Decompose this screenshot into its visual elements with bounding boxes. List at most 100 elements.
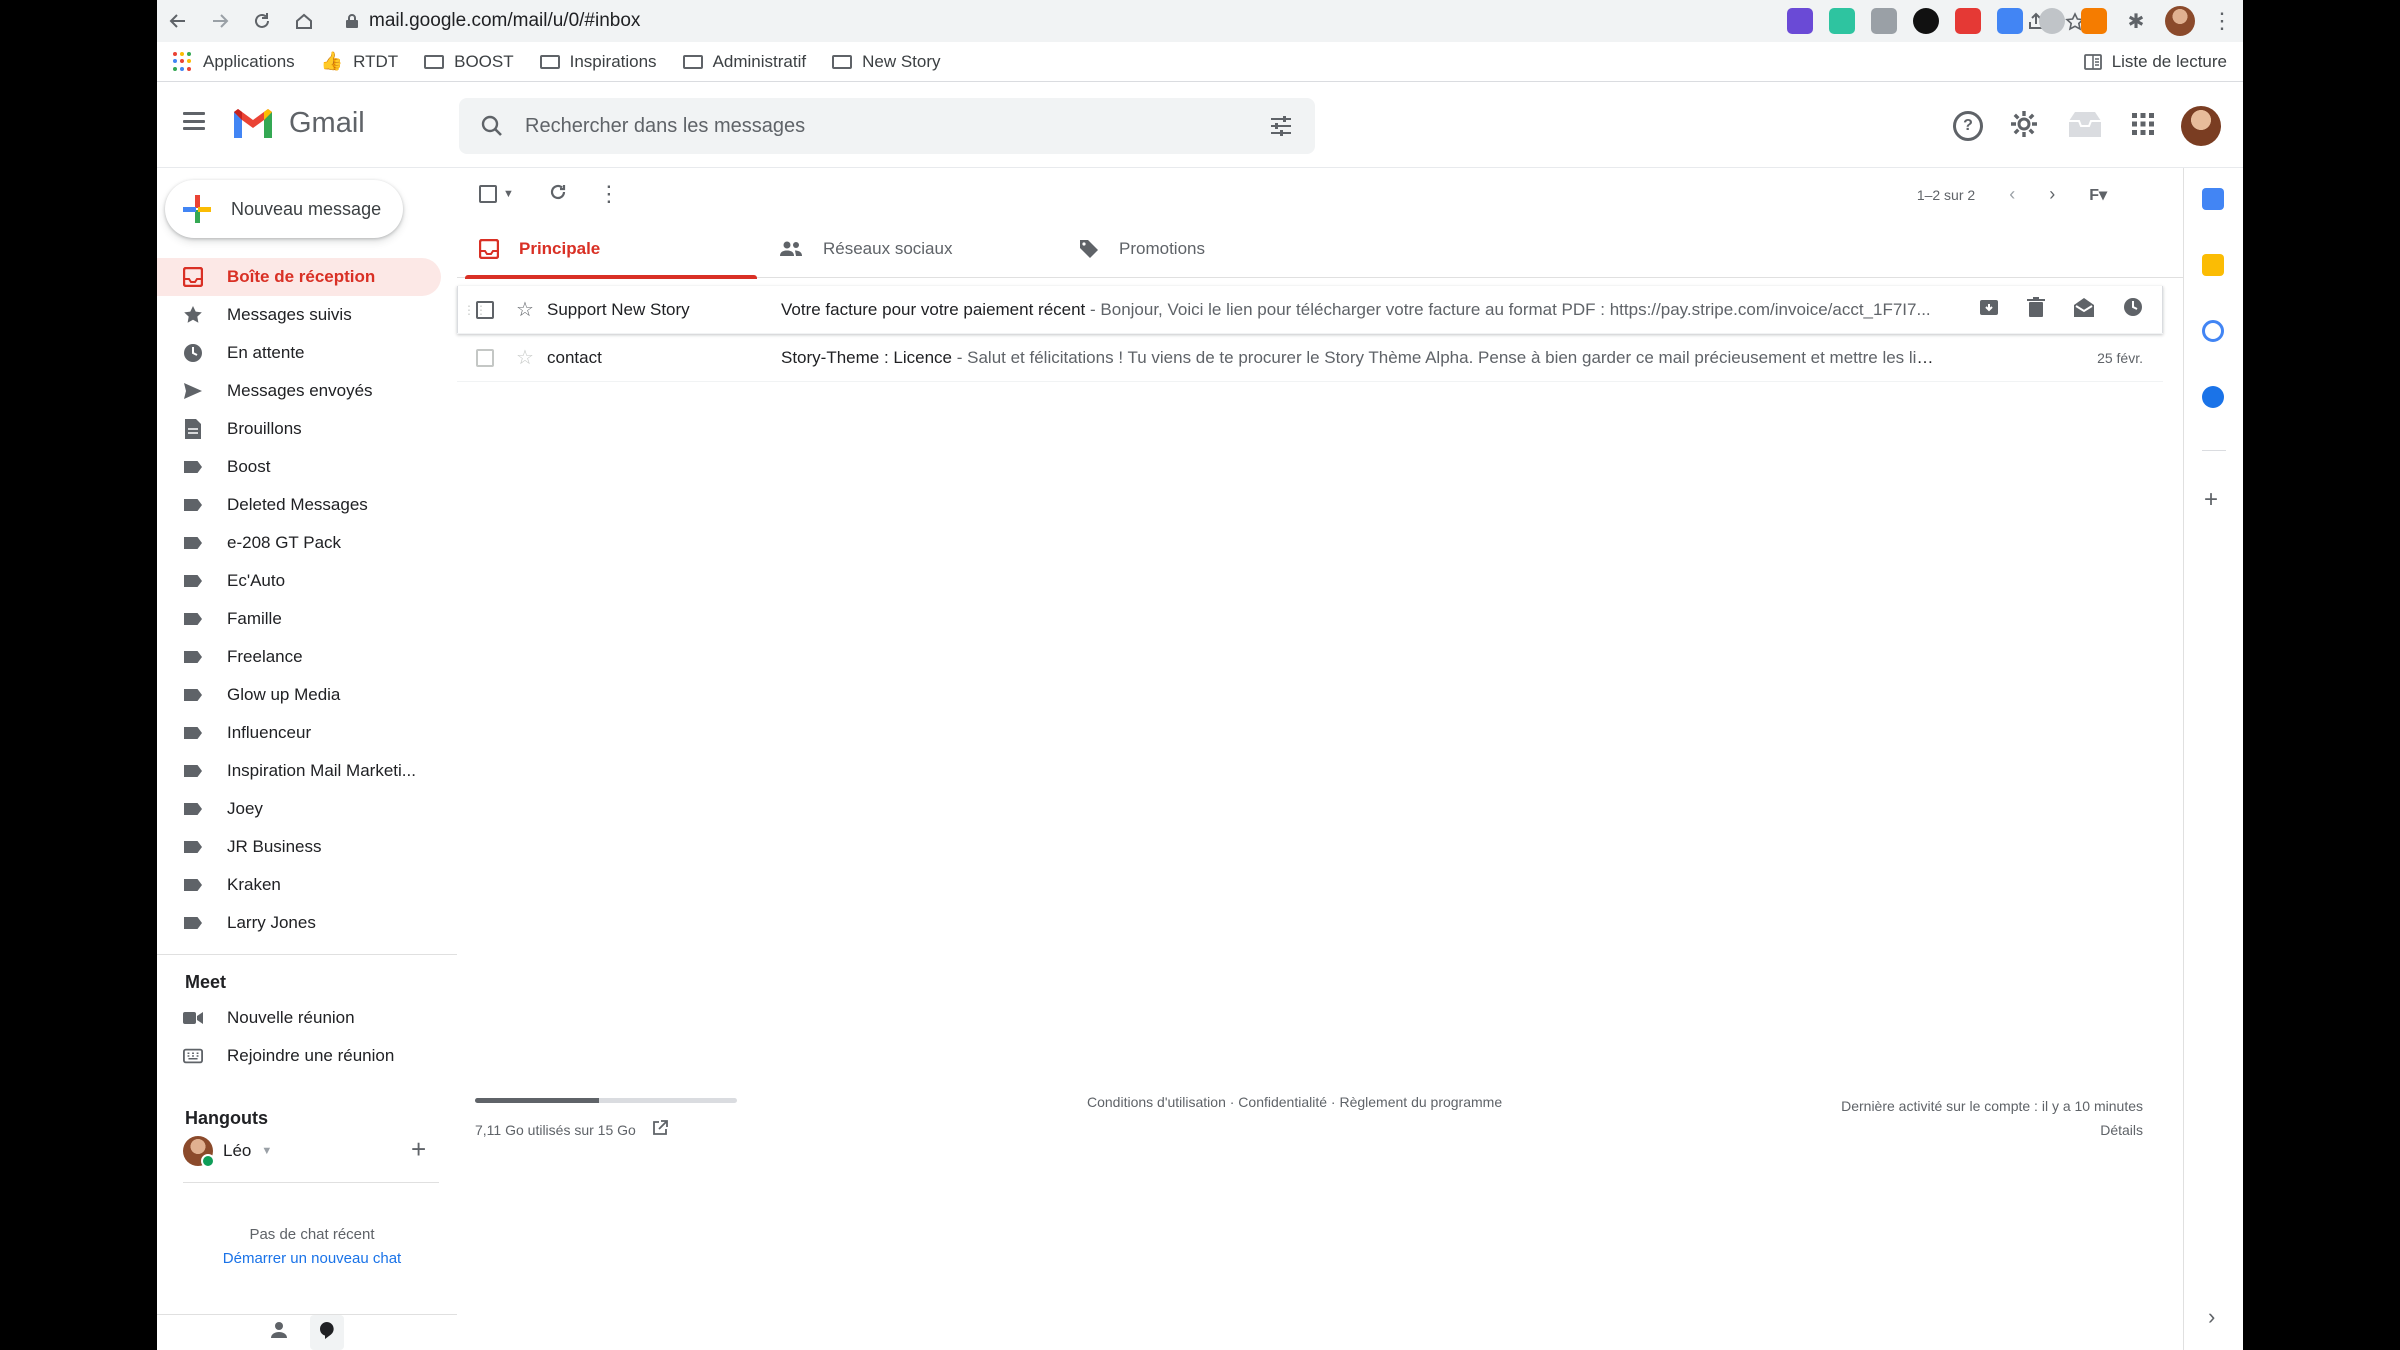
pagination-text: 1–2 sur 2 (1916, 186, 1976, 203)
tab-promotions[interactable]: Promotions (1057, 220, 1357, 278)
extension-icon-5[interactable] (1955, 8, 1981, 34)
dropdown-arrow-icon[interactable]: ▼ (261, 1145, 272, 1157)
hangouts-chat-icon[interactable] (310, 1315, 344, 1350)
next-page-icon[interactable]: › (2049, 184, 2055, 205)
profile-avatar[interactable] (2165, 6, 2195, 36)
sidebar-item[interactable]: Joey (157, 790, 441, 828)
select-dropdown-icon[interactable]: ▼ (503, 188, 514, 200)
sidebar-item[interactable]: JR Business (157, 828, 441, 866)
category-tabs: Principale Réseaux sociaux Promotions (457, 220, 2183, 279)
browser-menu-icon[interactable]: ⋮ (2211, 8, 2233, 34)
open-in-new-icon[interactable] (652, 1120, 668, 1139)
email-row[interactable]: ⋮⋮ ☆ Support New Story Votre facture pou… (457, 286, 2163, 334)
row-checkbox[interactable] (476, 348, 494, 367)
snooze-clock-icon[interactable] (2123, 297, 2143, 322)
calendar-icon[interactable] (2202, 188, 2224, 210)
sidebar-item[interactable]: Brouillons (157, 410, 441, 448)
join-meeting-item[interactable]: Rejoindre une réunion (183, 1046, 394, 1066)
bookmark-inspirations[interactable]: Inspirations (539, 52, 657, 72)
star-icon[interactable]: ☆ (507, 297, 543, 322)
extension-icon-3[interactable] (1871, 8, 1897, 34)
home-icon[interactable] (283, 0, 325, 42)
sidebar-item[interactable]: Boîte de réception (157, 258, 441, 296)
sidebar: Nouveau message Boîte de réception Messag… (157, 168, 457, 1350)
sidebar-item[interactable]: Larry Jones (157, 904, 441, 942)
back-icon[interactable] (157, 0, 199, 42)
address-bar[interactable]: mail.google.com/mail/u/0/#inbox (335, 4, 2085, 38)
extension-icon-2[interactable] (1829, 8, 1855, 34)
start-chat-link[interactable]: Démarrer un nouveau chat (157, 1250, 467, 1267)
sidebar-item[interactable]: e-208 GT Pack (157, 524, 441, 562)
help-icon[interactable]: ? (1953, 111, 1983, 141)
search-input[interactable]: Rechercher dans les messages (525, 115, 805, 138)
sidebar-item[interactable]: Freelance (157, 638, 441, 676)
sidebar-item[interactable]: Inspiration Mail Marketi... (157, 752, 441, 790)
extension-icon-4[interactable] (1913, 8, 1939, 34)
show-side-panel-icon[interactable]: › (2208, 1304, 2215, 1330)
puzzle-icon[interactable]: ✱ (2123, 8, 2149, 34)
extension-icon-7[interactable] (2039, 8, 2065, 34)
bookmark-rtdt[interactable]: 👍 RTDT (321, 51, 398, 72)
prev-page-icon[interactable]: ‹ (2009, 184, 2015, 205)
sidebar-item[interactable]: Ec'Auto (157, 562, 441, 600)
sidebar-item[interactable]: Boost (157, 448, 441, 486)
label-icon (183, 533, 203, 553)
search-box[interactable]: Rechercher dans les messages (459, 98, 1315, 154)
tab-reseaux-sociaux[interactable]: Réseaux sociaux (757, 220, 1057, 278)
star-icon[interactable]: ☆ (507, 345, 543, 370)
label-icon (183, 837, 203, 857)
sidebar-item-label: Kraken (227, 875, 281, 894)
email-row[interactable]: ☆ contact Story-Theme : Licence - Salut … (457, 334, 2163, 382)
contacts-icon[interactable] (2202, 386, 2224, 408)
tasks-icon[interactable] (2202, 320, 2224, 342)
compose-plus-icon (183, 195, 211, 223)
archive-icon[interactable] (1979, 297, 1999, 322)
input-tools-icon[interactable]: F▾ (2089, 185, 2107, 205)
forward-icon[interactable] (199, 0, 241, 42)
bookmark-new-story[interactable]: New Story (832, 52, 941, 72)
main-menu-icon[interactable] (183, 112, 205, 130)
tab-principale[interactable]: Principale (457, 220, 757, 279)
reload-icon[interactable] (241, 0, 283, 42)
apps-grid-icon (173, 51, 193, 72)
refresh-icon[interactable] (548, 182, 568, 207)
contacts-person-icon[interactable] (270, 1321, 288, 1344)
add-addon-icon[interactable]: + (2204, 486, 2218, 514)
bookmark-administratif[interactable]: Administratif (682, 52, 806, 72)
hangouts-user[interactable]: Léo ▼ (183, 1136, 272, 1168)
new-meeting-item[interactable]: Nouvelle réunion (183, 1008, 355, 1028)
sidebar-item[interactable]: Messages suivis (157, 296, 441, 334)
metamask-icon[interactable] (2081, 8, 2107, 34)
mark-as-read-icon[interactable] (2073, 297, 2095, 322)
compose-button[interactable]: Nouveau message (165, 180, 403, 238)
sidebar-item[interactable]: Famille (157, 600, 441, 638)
sidebar-item[interactable]: Deleted Messages (157, 486, 441, 524)
gmail-logo[interactable]: Gmail (231, 106, 365, 140)
sidebar-item[interactable]: Glow up Media (157, 676, 441, 714)
label-icon (183, 495, 203, 515)
account-avatar[interactable] (2181, 106, 2221, 146)
sidebar-item[interactable]: Kraken (157, 866, 441, 904)
reading-list-button[interactable]: Liste de lecture (2083, 52, 2227, 72)
delete-trash-icon[interactable] (2027, 297, 2045, 322)
search-icon[interactable] (459, 115, 525, 137)
extension-icon-6[interactable] (1997, 8, 2023, 34)
storage-progress-fill (475, 1098, 600, 1103)
sidebar-item[interactable]: Messages envoyés (157, 372, 441, 410)
keep-icon[interactable] (2202, 254, 2224, 276)
google-apps-icon[interactable] (2131, 112, 2155, 141)
more-options-icon[interactable]: ⋮ (598, 181, 620, 207)
extension-icon-1[interactable] (1787, 8, 1813, 34)
footer-links[interactable]: Conditions d'utilisation · Confidentiali… (1087, 1094, 1502, 1110)
bookmark-boost[interactable]: BOOST (424, 52, 514, 72)
sidebar-item[interactable]: Influenceur (157, 714, 441, 752)
inbox-tray-icon[interactable] (2065, 109, 2105, 144)
drag-handle-icon[interactable]: ⋮⋮ (463, 303, 487, 317)
select-all-checkbox[interactable] (479, 185, 497, 203)
details-link[interactable]: Détails (1841, 1118, 2143, 1142)
search-options-icon[interactable] (1269, 114, 1293, 143)
sidebar-item[interactable]: En attente (157, 334, 441, 372)
bookmark-applications[interactable]: Applications (173, 51, 295, 72)
add-chat-icon[interactable]: + (411, 1134, 426, 1165)
settings-gear-icon[interactable] (2009, 109, 2039, 144)
